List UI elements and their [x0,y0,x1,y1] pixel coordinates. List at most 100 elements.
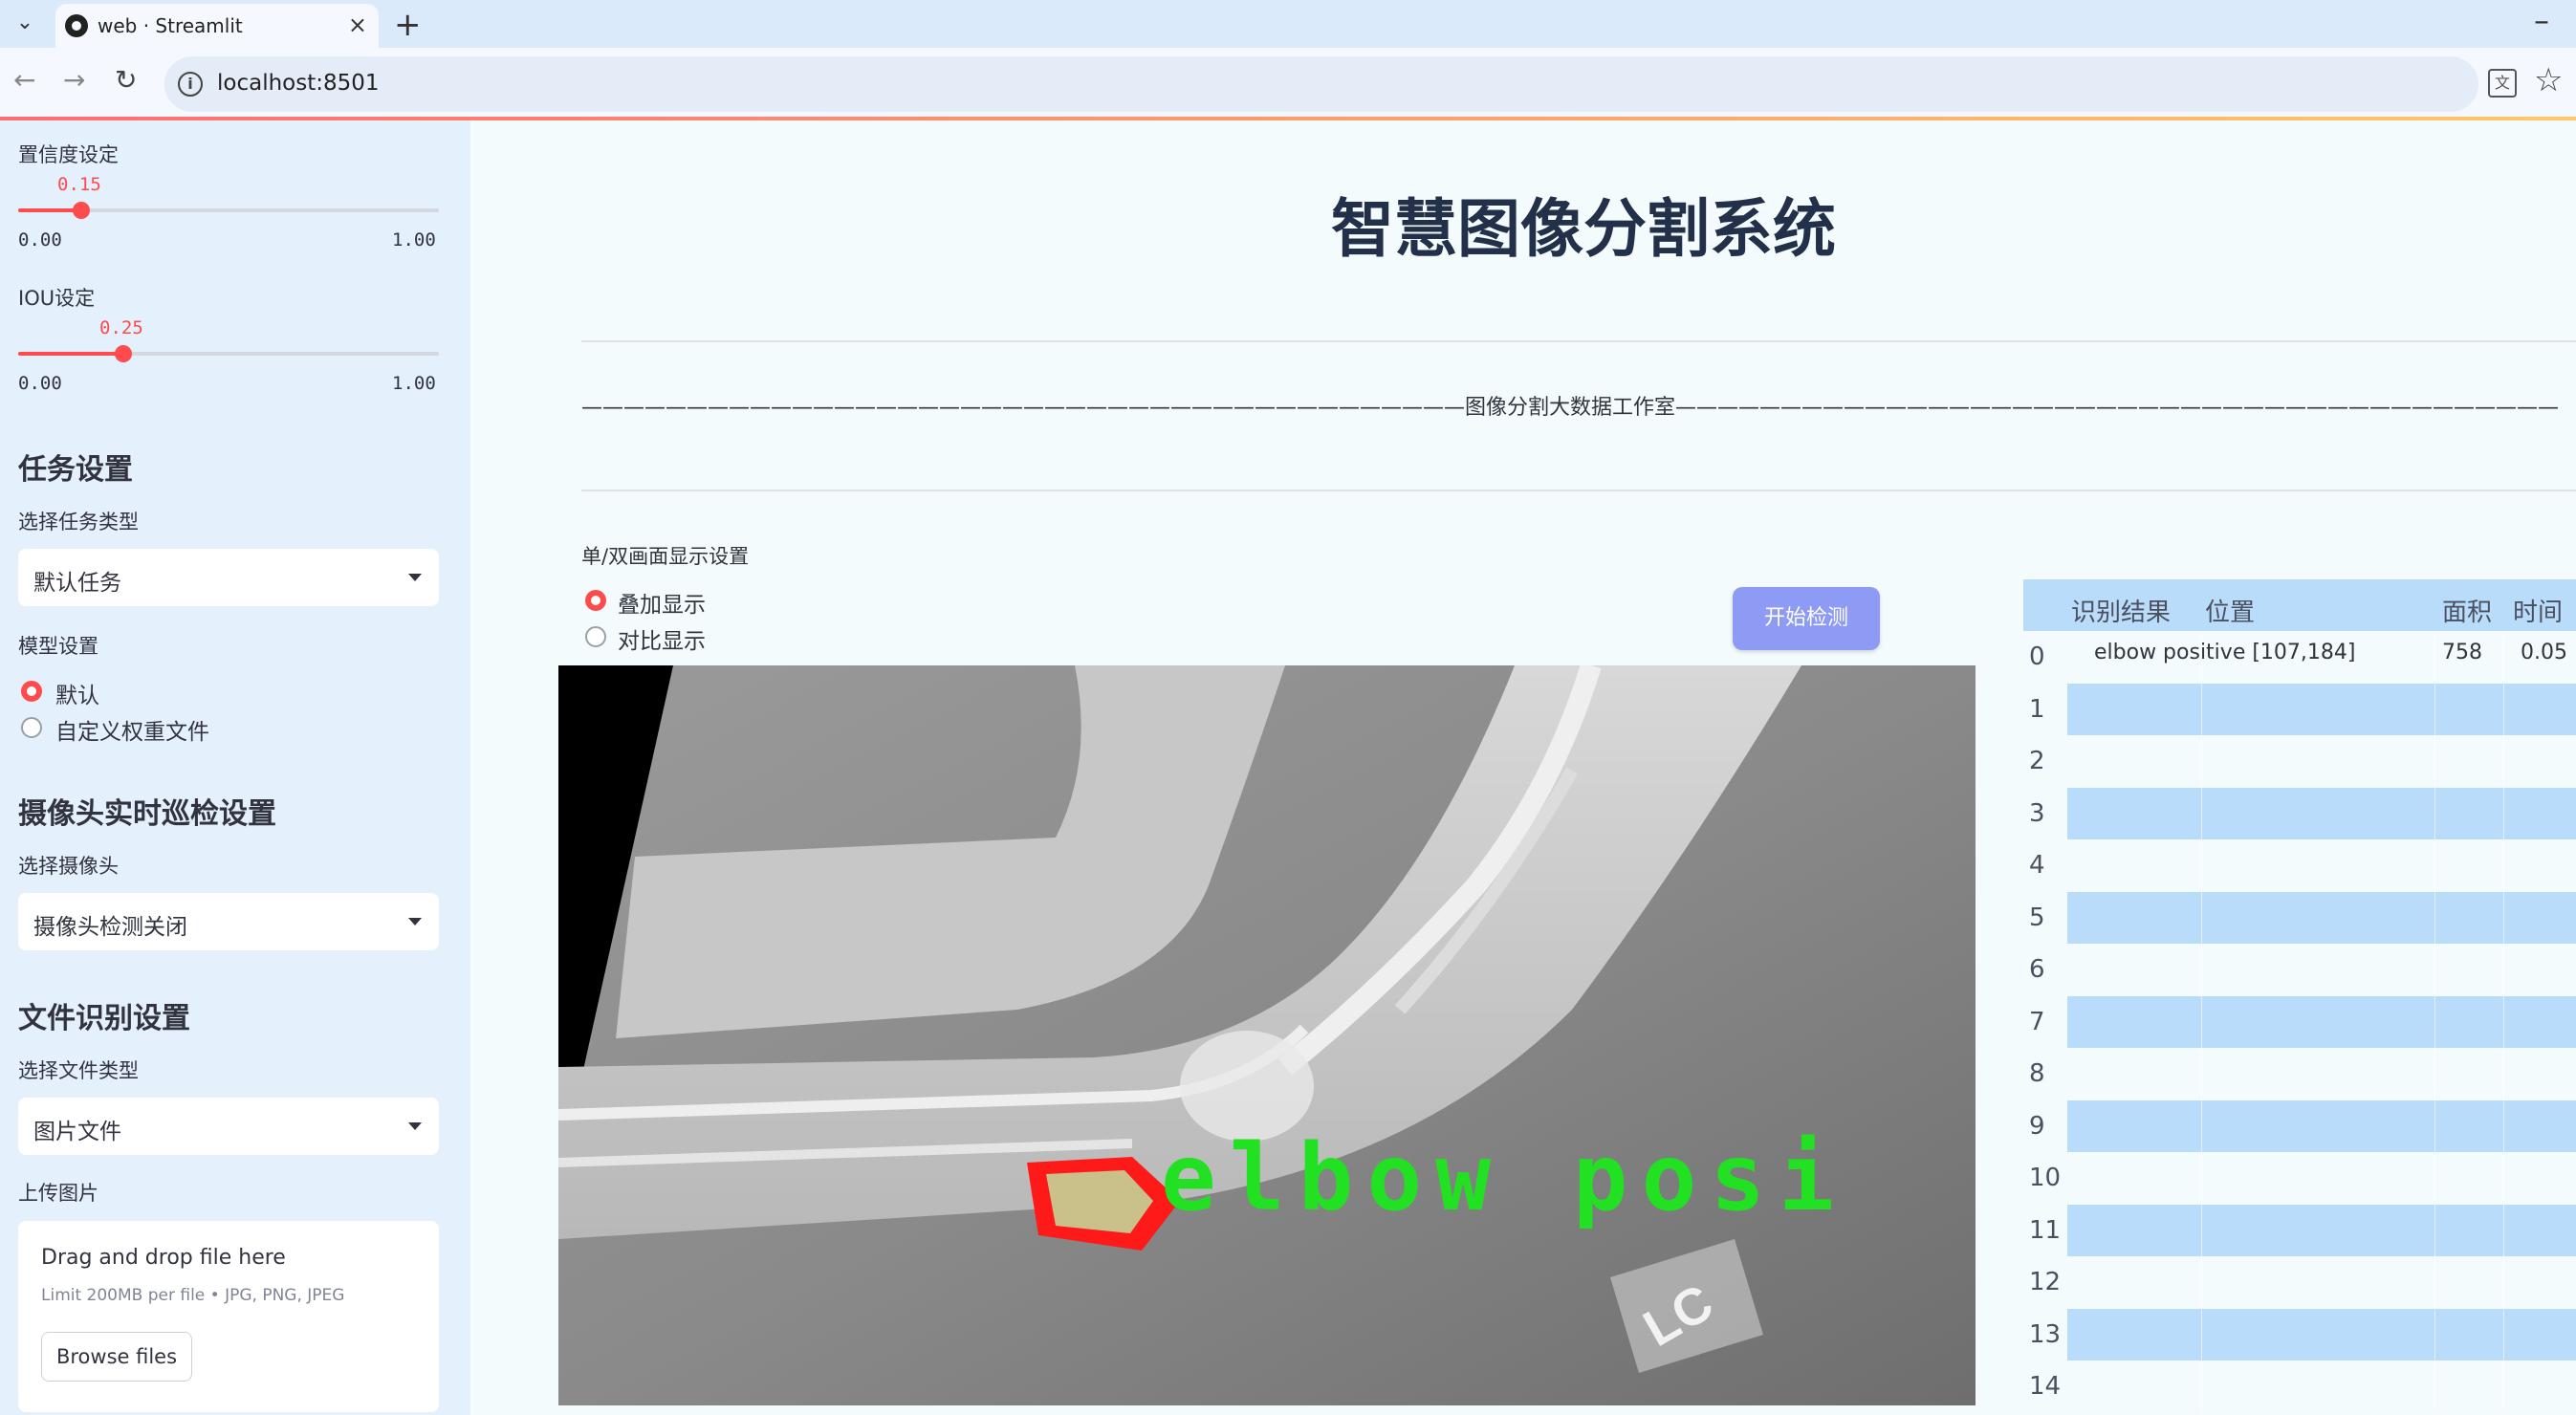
confidence-slider-thumb[interactable] [73,202,90,219]
confidence-slider[interactable] [18,202,439,219]
iou-slider-thumb[interactable] [115,345,132,362]
row-index: 11 [2029,1215,2062,1245]
dropzone-title: Drag and drop file here [41,1246,286,1270]
file-dropzone[interactable]: Drag and drop file here Limit 200MB per … [18,1221,439,1412]
table-row[interactable]: 9 [2023,1099,2576,1152]
column-separator [2503,1152,2504,1204]
tab-close-icon[interactable]: × [348,11,367,38]
table-row[interactable]: 10 [2023,1152,2576,1204]
column-separator [2503,631,2504,683]
reload-icon[interactable]: ↻ [115,64,137,96]
column-separator [2201,944,2202,995]
xray-image: LC [558,665,1976,1405]
browse-files-button[interactable]: Browse files [41,1332,192,1382]
table-row[interactable]: 8 [2023,1048,2576,1099]
row-index: 1 [2029,694,2045,724]
confidence-max: 1.00 [392,229,436,250]
url-text[interactable]: localhost:8501 [217,71,380,96]
row-index: 5 [2029,903,2045,932]
table-row[interactable]: 5 [2023,891,2576,944]
row-index: 13 [2029,1319,2062,1349]
row-background [2067,787,2576,839]
column-separator [2434,995,2435,1048]
row-background [2067,1152,2576,1204]
camera-select[interactable]: 摄像头检测关闭 [18,893,439,950]
new-tab-plus-icon[interactable]: + [394,6,422,44]
column-separator [2201,1152,2202,1204]
url-omnibox[interactable]: i localhost:8501 [164,56,2478,112]
window-minimize-icon[interactable]: – [2534,2,2549,38]
table-row[interactable]: 13 [2023,1308,2576,1361]
start-detection-button[interactable]: 开始检测 [1733,587,1880,650]
header-result[interactable]: 识别结果 [2071,593,2171,628]
column-separator [2503,683,2504,735]
column-separator [2434,944,2435,995]
table-row[interactable]: 7 [2023,995,2576,1048]
row-background [2067,1099,2576,1152]
header-area[interactable]: 面积 [2442,593,2492,628]
table-row[interactable]: 0 elbow positive [107,184] 758 0.05 [2023,631,2576,683]
table-row[interactable]: 6 [2023,944,2576,995]
column-separator [2201,787,2202,839]
column-separator [2434,683,2435,735]
model-default-radio[interactable] [21,681,42,702]
display-overlay-label[interactable]: 叠加显示 [618,586,706,619]
confidence-min: 0.00 [18,229,62,250]
header-time[interactable]: 时间 [2513,593,2563,628]
detection-label-overlay: elbow posi [1161,1124,1847,1231]
table-row[interactable]: 14 [2023,1361,2576,1412]
row-background [2067,1048,2576,1099]
column-separator [2503,839,2504,891]
table-row[interactable]: 3 [2023,787,2576,839]
streamlit-favicon-icon [65,14,88,37]
column-separator [2434,1099,2435,1152]
column-separator [2434,1256,2435,1308]
iou-slider[interactable] [18,345,439,362]
table-row[interactable]: 11 [2023,1204,2576,1256]
display-compare-radio[interactable] [585,626,606,647]
task-type-value: 默认任务 [33,571,121,596]
header-position[interactable]: 位置 [2205,593,2255,628]
table-row[interactable]: 12 [2023,1256,2576,1308]
row-background [2067,1308,2576,1361]
model-custom-radio[interactable] [21,717,42,738]
column-separator [2201,1204,2202,1256]
row-index: 6 [2029,955,2045,984]
model-default-label[interactable]: 默认 [55,677,99,709]
column-separator [2503,944,2504,995]
display-compare-label[interactable]: 对比显示 [618,622,706,655]
display-overlay-radio[interactable] [585,590,606,611]
column-separator [2503,1048,2504,1099]
column-separator [2434,631,2435,683]
translate-icon[interactable]: 文 [2488,69,2517,98]
row-index: 2 [2029,747,2045,775]
file-type-select[interactable]: 图片文件 [18,1098,439,1155]
row-background [2067,891,2576,944]
divider [581,340,2576,342]
table-row[interactable]: 2 [2023,735,2576,787]
column-separator [2503,1204,2504,1256]
column-separator [2434,891,2435,944]
file-settings-heading: 文件识别设置 [18,1002,190,1035]
file-type-value: 图片文件 [33,1120,121,1144]
tab-title: web · Streamlit [98,14,243,37]
task-settings-heading: 任务设置 [18,453,133,487]
back-arrow-icon[interactable]: ← [13,64,35,96]
tab-list-chevron-icon[interactable]: ⌄ [10,8,40,38]
table-row[interactable]: 1 [2023,683,2576,735]
row-index: 9 [2029,1111,2045,1141]
model-custom-label[interactable]: 自定义权重文件 [55,713,209,746]
bookmark-star-icon[interactable]: ☆ [2534,61,2563,99]
row-index: 7 [2029,1007,2045,1036]
column-separator [2201,1099,2202,1152]
browser-tab[interactable]: web · Streamlit × [55,4,379,48]
column-separator [2503,1361,2504,1412]
forward-arrow-icon[interactable]: → [63,64,85,96]
table-row[interactable]: 4 [2023,839,2576,891]
task-type-select[interactable]: 默认任务 [18,549,439,606]
column-separator [2201,1361,2202,1412]
site-info-icon[interactable]: i [178,72,203,97]
column-separator [2503,787,2504,839]
column-separator [2201,1256,2202,1308]
upload-label: 上传图片 [18,1182,98,1205]
